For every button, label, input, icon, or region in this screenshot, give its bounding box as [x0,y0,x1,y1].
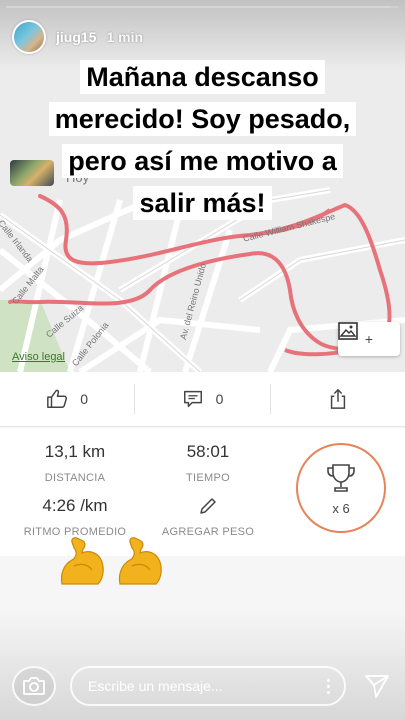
reply-composer: Escribe un mensaje... [12,666,393,706]
add-weight-button[interactable]: AGREGAR PESO [143,496,273,538]
trophy-icon [327,463,355,492]
like-count: 0 [80,391,89,407]
caption-line: merecido! Soy pesado, [48,102,357,136]
time-stat: 58:01 TIEMPO [143,442,273,484]
pace-stat: 4:26 /km RITMO PROMEDIO [10,496,140,538]
achievements-badge[interactable]: x 6 [296,443,386,533]
caption-line: pero así me motivo a [62,144,343,178]
caption-line: salir más! [133,186,272,220]
story-header[interactable]: jiug15 1 min [12,20,143,54]
distance-value: 13,1 km [44,442,106,461]
send-icon [365,675,389,698]
send-button[interactable] [362,671,392,701]
distance-label: DISTANCIA [44,472,106,484]
comment-count: 0 [215,391,224,407]
comment-button[interactable]: 0 [135,372,269,426]
pace-value: 4:26 /km [42,496,108,515]
message-input[interactable]: Escribe un mensaje... [70,666,346,706]
caption-line: Mañana descanso [80,60,325,94]
more-options-icon[interactable] [327,678,330,694]
plus-icon: + [364,331,374,347]
message-placeholder: Escribe un mensaje... [88,678,223,694]
like-button[interactable]: 0 [0,372,134,426]
share-icon [330,388,345,409]
distance-stat: 13,1 km DISTANCIA [10,442,140,484]
emoji-sticker [58,536,166,588]
image-icon [338,322,358,340]
camera-icon [23,677,45,695]
flexed-biceps-icon [118,537,162,585]
trophy-count: x 6 [332,500,350,516]
username[interactable]: jiug15 [56,29,96,45]
legal-notice-link[interactable]: Aviso legal [12,351,65,363]
thumbs-up-icon [47,389,68,408]
comment-icon [183,390,202,408]
flexed-biceps-icon [60,537,104,585]
share-button[interactable] [271,372,405,426]
activity-action-bar: 0 0 [0,372,405,427]
time-value: 58:01 [186,442,230,461]
avatar[interactable] [12,20,46,54]
add-photo-button[interactable]: + [338,322,400,356]
timestamp: 1 min [106,29,144,45]
story-caption: Mañana descanso merecido! Soy pesado, pe… [0,56,405,224]
camera-button[interactable] [12,666,56,706]
pencil-icon [143,496,273,516]
time-label: TIEMPO [186,472,230,484]
